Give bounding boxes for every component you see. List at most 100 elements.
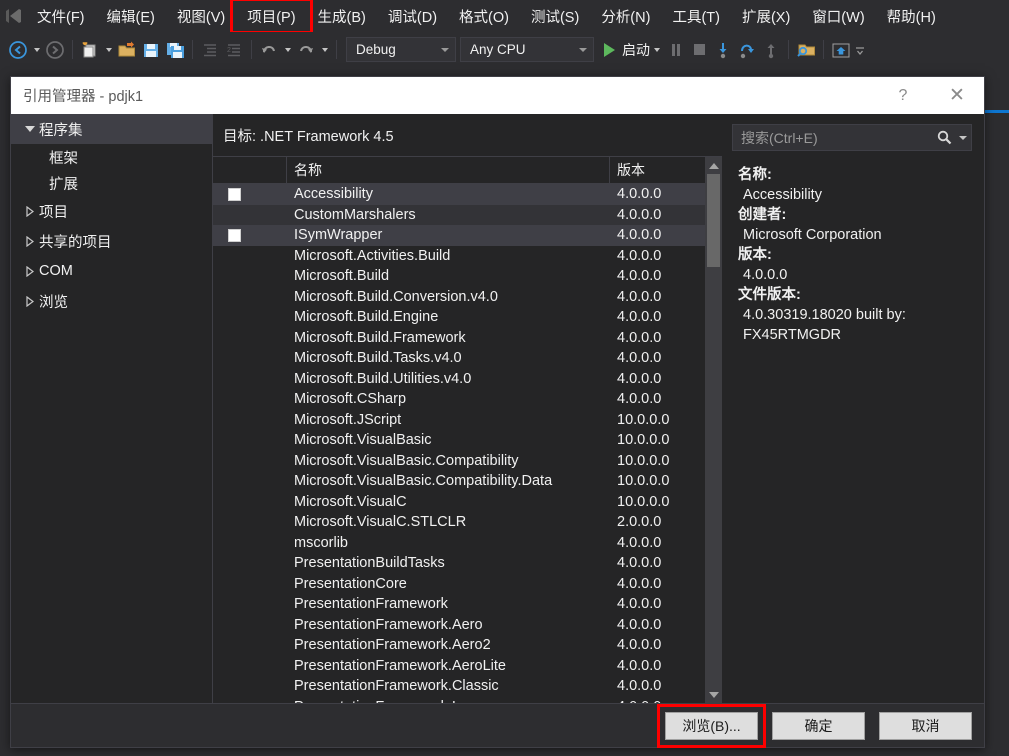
row-checkbox-cell[interactable] [213, 187, 287, 201]
expander-closed-icon[interactable] [21, 235, 39, 247]
toolbar-overflow-button[interactable] [853, 38, 866, 62]
browse-button[interactable]: 浏览(B)... [657, 703, 766, 748]
column-header-name[interactable]: 名称 [287, 157, 610, 183]
table-row[interactable]: Microsoft.Build.Utilities.v4.0 4.0.0.0 [213, 369, 705, 390]
menu-file[interactable]: 文件(F) [26, 2, 96, 30]
stop-button[interactable] [687, 38, 711, 62]
pause-button[interactable] [663, 38, 687, 62]
table-row[interactable]: PresentationFramework.Aero2 4.0.0.0 [213, 635, 705, 656]
solution-configuration-combo[interactable]: Debug [346, 37, 456, 62]
checkbox-icon[interactable] [228, 228, 241, 242]
table-row[interactable]: Microsoft.Build 4.0.0.0 [213, 266, 705, 287]
table-row[interactable]: Microsoft.VisualBasic.Compatibility 10.0.… [213, 451, 705, 472]
checkbox-icon[interactable] [228, 187, 241, 201]
ok-button[interactable]: 确定 [772, 711, 865, 740]
menu-tools[interactable]: 工具(T) [661, 2, 731, 30]
redo-dropdown[interactable] [318, 38, 331, 62]
save-icon[interactable] [139, 38, 163, 62]
start-dropdown[interactable] [650, 38, 663, 62]
scroll-down-icon[interactable] [705, 686, 722, 703]
table-row[interactable]: Microsoft.VisualBasic.Compatibility.Data… [213, 471, 705, 492]
menu-project[interactable]: 项目(P) [230, 0, 313, 34]
close-icon[interactable]: ✕ [934, 77, 980, 114]
table-row[interactable]: Accessibility 4.0.0.0 [213, 184, 705, 205]
table-row[interactable]: Microsoft.Build.Framework 4.0.0.0 [213, 328, 705, 349]
table-row[interactable]: ISymWrapper 4.0.0.0 [213, 225, 705, 246]
step-over-button[interactable] [735, 38, 759, 62]
table-row[interactable]: Microsoft.JScript 10.0.0.0 [213, 410, 705, 431]
scrollbar-thumb[interactable] [707, 174, 720, 267]
search-options-dropdown[interactable] [955, 135, 971, 140]
vertical-scrollbar[interactable] [705, 156, 722, 703]
menu-view[interactable]: 视图(V) [166, 2, 236, 30]
menu-format[interactable]: 格式(O) [448, 2, 520, 30]
expander-closed-icon[interactable] [21, 265, 39, 277]
start-debug-group[interactable]: 启动 [604, 38, 663, 62]
menu-help[interactable]: 帮助(H) [876, 2, 947, 30]
assembly-name: Microsoft.JScript [294, 411, 402, 428]
step-into-button[interactable] [711, 38, 735, 62]
assembly-version: 4.0.0.0 [617, 206, 662, 223]
menu-build[interactable]: 生成(B) [307, 2, 377, 30]
tree-projects[interactable]: 项目 [11, 196, 212, 226]
preview-icon[interactable] [829, 38, 853, 62]
find-in-folder-icon[interactable] [794, 38, 818, 62]
tree-shared-projects[interactable]: 共享的项目 [11, 226, 212, 256]
menu-window[interactable]: 窗口(W) [801, 2, 875, 30]
table-row[interactable]: PresentationBuildTasks 4.0.0.0 [213, 553, 705, 574]
table-row[interactable]: PresentationFramework.AeroLite 4.0.0.0 [213, 656, 705, 677]
table-row[interactable]: mscorlib 4.0.0.0 [213, 533, 705, 554]
row-checkbox-cell[interactable] [213, 228, 287, 242]
table-row[interactable]: PresentationCore 4.0.0.0 [213, 574, 705, 595]
new-item-icon[interactable] [78, 38, 102, 62]
table-row[interactable]: Microsoft.CSharp 4.0.0.0 [213, 389, 705, 410]
save-all-icon[interactable] [163, 38, 187, 62]
tree-browse[interactable]: 浏览 [11, 286, 212, 316]
assembly-version: 4.0.0.0 [617, 534, 662, 551]
table-row[interactable]: PresentationFramework.Classic 4.0.0.0 [213, 676, 705, 697]
expander-open-icon[interactable] [21, 126, 39, 132]
table-row[interactable]: Microsoft.VisualC.STLCLR 2.0.0.0 [213, 512, 705, 533]
expander-closed-icon[interactable] [21, 295, 39, 307]
table-row[interactable]: Microsoft.Build.Conversion.v4.0 4.0.0.0 [213, 287, 705, 308]
help-button[interactable]: ? [880, 77, 926, 114]
search-input[interactable]: 搜索(Ctrl+E) [732, 124, 972, 151]
column-header-version[interactable]: 版本 [610, 157, 705, 183]
undo-dropdown[interactable] [281, 38, 294, 62]
menu-edit[interactable]: 编辑(E) [96, 2, 166, 30]
solution-platform-combo[interactable]: Any CPU [460, 37, 594, 62]
tree-framework[interactable]: 框架 [11, 144, 212, 170]
menu-debug[interactable]: 调试(D) [377, 2, 448, 30]
step-out-button[interactable] [759, 38, 783, 62]
navigate-back-icon[interactable] [6, 38, 30, 62]
increase-indent-icon[interactable]: 2 [222, 38, 246, 62]
redo-icon[interactable] [294, 38, 318, 62]
table-row[interactable]: Microsoft.VisualBasic 10.0.0.0 [213, 430, 705, 451]
table-row[interactable]: PresentationFramework.Aero 4.0.0.0 [213, 615, 705, 636]
open-file-icon[interactable] [115, 38, 139, 62]
table-row[interactable]: Microsoft.Activities.Build 4.0.0.0 [213, 246, 705, 267]
toolbar-separator [192, 40, 193, 59]
navigate-back-dropdown[interactable] [30, 38, 43, 62]
scrollbar-track[interactable] [705, 174, 722, 686]
table-row[interactable]: Microsoft.Build.Engine 4.0.0.0 [213, 307, 705, 328]
navigate-forward-icon[interactable] [43, 38, 67, 62]
menu-extensions[interactable]: 扩展(X) [731, 2, 801, 30]
new-item-dropdown[interactable] [102, 38, 115, 62]
tree-item-label: 共享的项目 [39, 234, 112, 251]
scroll-up-icon[interactable] [705, 157, 722, 174]
cancel-button[interactable]: 取消 [879, 711, 972, 740]
undo-icon[interactable] [257, 38, 281, 62]
tree-assemblies[interactable]: 程序集 [11, 114, 212, 144]
menu-analyze[interactable]: 分析(N) [590, 2, 661, 30]
expander-closed-icon[interactable] [21, 205, 39, 217]
search-icon[interactable] [933, 130, 955, 145]
table-row[interactable]: Microsoft.VisualC 10.0.0.0 [213, 492, 705, 513]
tree-extensions[interactable]: 扩展 [11, 170, 212, 196]
menu-test[interactable]: 测试(S) [520, 2, 590, 30]
table-row[interactable]: Microsoft.Build.Tasks.v4.0 4.0.0.0 [213, 348, 705, 369]
table-row[interactable]: PresentationFramework 4.0.0.0 [213, 594, 705, 615]
table-row[interactable]: CustomMarshalers 4.0.0.0 [213, 204, 705, 225]
decrease-indent-icon[interactable] [198, 38, 222, 62]
tree-com[interactable]: COM [11, 256, 212, 286]
